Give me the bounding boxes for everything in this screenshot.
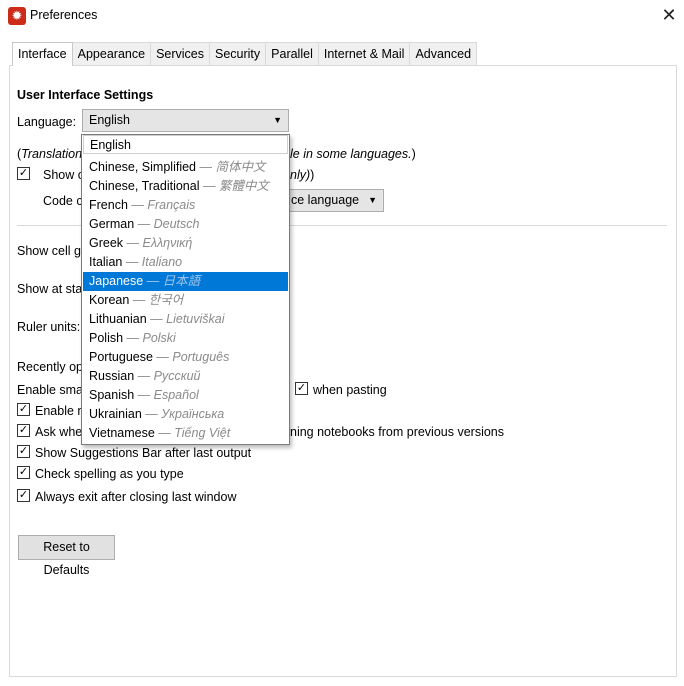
language-option-native: — Русский: [134, 369, 201, 383]
show-label: Show c: [43, 168, 84, 182]
language-option-native: — Italiano: [122, 255, 183, 269]
enable-smart-label: Enable smar: [17, 383, 88, 397]
language-option-name: Portuguese: [89, 350, 153, 364]
language-option-name: English: [90, 138, 131, 152]
spelling-checkbox[interactable]: ✓: [17, 466, 30, 479]
translation-note-left-text: Translation: [21, 147, 83, 161]
language-option-native: — Français: [127, 198, 196, 212]
language-option-native: — Tiếng Việt: [154, 426, 231, 440]
language-option-native: — 繁體中文: [199, 179, 269, 193]
app-gear-icon: ✹: [8, 7, 26, 25]
spelling-label: Check spelling as you type: [35, 467, 184, 481]
language-option-name: Spanish: [89, 388, 135, 402]
language-option-name: German: [89, 217, 135, 231]
chevron-down-icon: ▼: [368, 195, 377, 205]
tab-appearance[interactable]: Appearance: [71, 42, 152, 65]
suggestions-bar-checkbox[interactable]: ✓: [17, 445, 30, 458]
language-option-native: — 简体中文: [196, 160, 266, 174]
chevron-down-icon: ▼: [273, 115, 282, 125]
language-option-name: Polish: [89, 331, 124, 345]
enable-n-checkbox[interactable]: ✓: [17, 403, 30, 416]
language-option-french[interactable]: French — Français: [83, 196, 288, 215]
language-option-chinese-traditional[interactable]: Chinese, Traditional — 繁體中文: [83, 177, 288, 196]
language-select[interactable]: English ▼: [82, 109, 289, 132]
language-option-native: — Português: [152, 350, 230, 364]
close-icon[interactable]: ✕: [658, 4, 680, 26]
language-option-spanish[interactable]: Spanish — Español: [83, 386, 288, 405]
language-select-value: English: [89, 113, 130, 127]
language-option-japanese[interactable]: Japanese — 日本語: [83, 272, 288, 291]
language-option-name: Russian: [89, 369, 135, 383]
enable-n-label: Enable n: [35, 404, 85, 418]
language-option-greek[interactable]: Greek — Ελληνική: [83, 234, 288, 253]
language-option-polish[interactable]: Polish — Polski: [83, 329, 288, 348]
language-option-name: Greek: [89, 236, 124, 250]
language-option-name: Chinese, Simplified: [89, 160, 196, 174]
language-option-name: Vietnamese: [89, 426, 155, 440]
suggestions-bar-label: Show Suggestions Bar after last output: [35, 446, 252, 460]
language-option-english[interactable]: English: [83, 135, 288, 154]
tab-interface[interactable]: Interface: [12, 42, 73, 66]
language-option-name: Ukrainian: [89, 407, 142, 421]
translation-note-right-paren: ): [411, 147, 416, 161]
language-option-native: — Українська: [141, 407, 225, 421]
recently-opened-label: Recently op: [17, 360, 84, 374]
show-label-right: nly)): [290, 168, 315, 182]
when-pasting-checkbox[interactable]: ✓: [295, 382, 308, 395]
language-dropdown-list: English Chinese, Simplified — 简体中文 Chinese…: [81, 134, 290, 445]
show-label-right-text: nly): [290, 168, 311, 182]
section-title: User Interface Settings: [17, 88, 154, 102]
language-option-name: Lithuanian: [89, 312, 147, 326]
translation-note-right-text: le in some languages.: [290, 147, 412, 161]
language-option-chinese-simplified[interactable]: Chinese, Simplified — 简体中文: [83, 158, 288, 177]
when-pasting-label: when pasting: [313, 383, 387, 397]
language-option-russian[interactable]: Russian — Русский: [83, 367, 288, 386]
window-title: Preferences: [30, 8, 98, 22]
tab-parallel[interactable]: Parallel: [265, 42, 319, 65]
translation-note-left: (Translation: [17, 147, 82, 161]
tab-internet-mail[interactable]: Internet & Mail: [317, 42, 411, 65]
title-bar: [0, 0, 684, 32]
language-option-german[interactable]: German — Deutsch: [83, 215, 288, 234]
language-option-native: — Lietuviškai: [146, 312, 225, 326]
code-language-value: ce language: [291, 193, 360, 207]
tab-advanced[interactable]: Advanced: [409, 42, 478, 65]
show-checkbox[interactable]: ✓: [17, 167, 30, 180]
language-option-ukrainian[interactable]: Ukrainian — Українська: [83, 405, 288, 424]
language-option-korean[interactable]: Korean — 한국어: [83, 291, 288, 310]
language-label: Language:: [17, 115, 77, 129]
language-option-native: — 한국어: [129, 293, 184, 307]
language-option-native: — 日本語: [143, 274, 201, 288]
ask-when-label-right: ning notebooks from previous versions: [290, 425, 505, 439]
show-at-start-label: Show at star: [17, 282, 87, 296]
language-option-native: — Español: [134, 388, 199, 402]
ruler-units-label: Ruler units:: [17, 320, 81, 334]
language-option-native: — Deutsch: [134, 217, 200, 231]
language-option-name: Korean: [89, 293, 130, 307]
reset-to-defaults-button[interactable]: Reset to Defaults: [18, 535, 115, 577]
language-option-portuguese[interactable]: Portuguese — Português: [83, 348, 288, 367]
always-exit-checkbox[interactable]: ✓: [17, 489, 30, 502]
language-option-name: Japanese: [89, 274, 144, 288]
show-cell-label: Show cell gr: [17, 244, 86, 258]
language-option-name: French: [89, 198, 128, 212]
ask-when-checkbox[interactable]: ✓: [17, 424, 30, 437]
language-option-native: — Ελληνική: [123, 236, 193, 250]
ask-when-label: Ask whe: [35, 425, 83, 439]
tab-bar: Interface Appearance Services Security P…: [12, 42, 478, 66]
tab-security[interactable]: Security: [209, 42, 267, 65]
always-exit-label: Always exit after closing last window: [35, 490, 237, 504]
language-option-italian[interactable]: Italian — Italiano: [83, 253, 288, 272]
language-option-name: Italian: [89, 255, 123, 269]
language-option-lithuanian[interactable]: Lithuanian — Lietuviškai: [83, 310, 288, 329]
tab-services[interactable]: Services: [150, 42, 210, 65]
language-option-vietnamese[interactable]: Vietnamese — Tiếng Việt: [83, 424, 288, 443]
language-option-name: Chinese, Traditional: [89, 179, 200, 193]
language-option-native: — Polski: [123, 331, 176, 345]
code-label: Code c: [43, 194, 83, 208]
translation-note-right: le in some languages.): [290, 147, 416, 161]
